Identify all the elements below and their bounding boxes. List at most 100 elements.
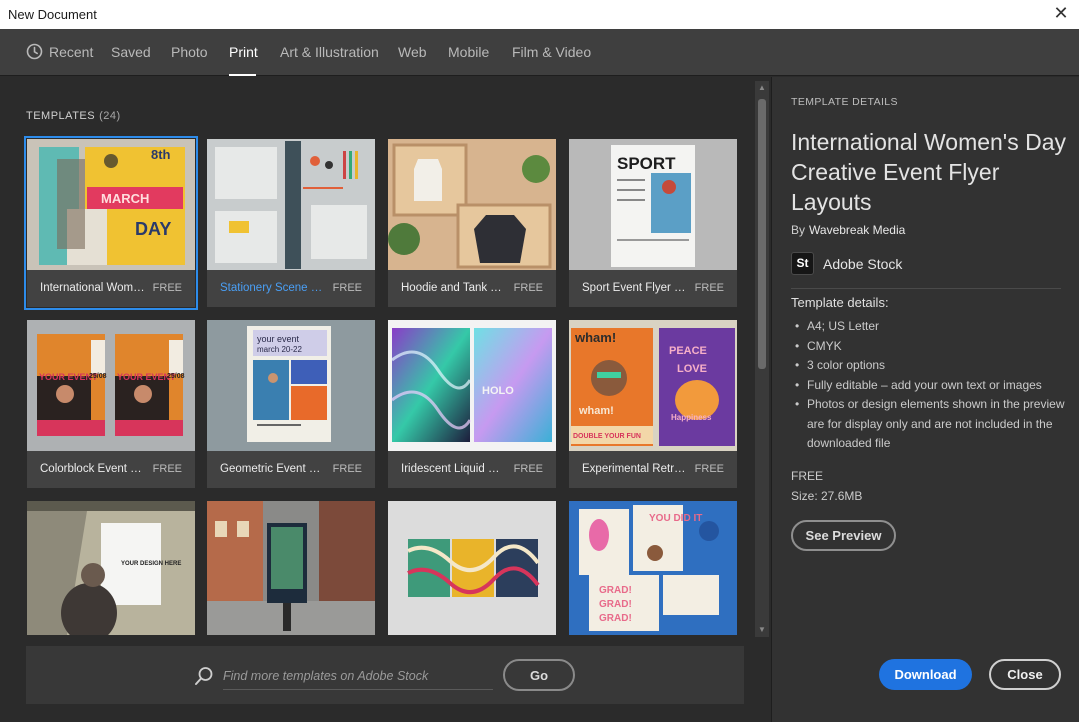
go-button[interactable]: Go [503,659,575,691]
template-caption: Geometric Event Fly... FREE [207,451,375,488]
active-tab-indicator [229,74,256,76]
price-label: FREE [791,469,824,483]
template-thumbnail: your event march 20-22 [207,320,375,451]
template-caption: International Wome... FREE [27,270,195,307]
template-card[interactable]: YOUR DESIGN HERE [27,501,195,635]
thumb-text-happiness: Happiness [671,413,712,422]
author-by-label: By [791,223,806,237]
window-title-bar: New Document ✕ [0,0,1079,29]
window-close-icon[interactable]: ✕ [1051,3,1071,23]
clock-icon [26,43,43,60]
templates-count: (24) [99,110,121,122]
template-name: Geometric Event Fly... [220,463,325,475]
tab-art-illustration[interactable]: Art & Illustration [280,44,379,60]
thumb-text-grad: GRAD! [599,613,632,624]
template-name: Sport Event Flyer La... [582,282,687,294]
template-thumbnail: HOLO [388,320,556,451]
details-section-label: TEMPLATE DETAILS [791,96,898,108]
template-thumbnail [388,139,556,270]
template-name: International Wome... [40,282,145,294]
template-card[interactable]: Stationery Scene Mo... FREE [207,139,375,307]
tab-mobile[interactable]: Mobile [448,44,489,60]
template-caption: Iridescent Liquid Pos... FREE [388,451,556,488]
template-card[interactable]: YOU DID IT GRAD! GRAD! GRAD! [569,501,737,635]
template-price: FREE [694,463,724,475]
scrollbar-thumb[interactable] [758,99,766,369]
template-price: FREE [513,463,543,475]
templates-heading-label: TEMPLATES [26,110,96,122]
template-thumbnail [207,501,375,635]
template-price: FREE [332,463,362,475]
template-title: International Women's Day Creative Event… [791,129,1066,215]
template-thumbnail: YOUR DESIGN HERE [27,501,195,635]
template-author: By Wavebreak Media [791,223,905,237]
stock-search-bar: Go [26,646,744,704]
template-caption: Stationery Scene Mo... FREE [207,270,375,307]
template-thumbnail [207,139,375,270]
list-item: CMYK [791,337,1071,357]
thumb-text-wham: wham! [574,330,616,345]
templates-panel: TEMPLATES (24) 8th MARCH DAY Internationa… [0,77,770,722]
list-item: Fully editable – add your own text or im… [791,376,1071,396]
template-details-list: A4; US Letter CMYK 3 color options Fully… [791,317,1071,454]
templates-scrollbar[interactable]: ▲ ▼ [755,81,769,637]
template-thumbnail [388,501,556,635]
template-card[interactable]: SPORT Sport Event Flyer La... FREE [569,139,737,307]
tab-photo[interactable]: Photo [171,44,208,60]
divider [791,288,1061,289]
tab-film-video[interactable]: Film & Video [512,44,591,60]
template-name: Stationery Scene Mo... [220,282,325,294]
see-preview-button[interactable]: See Preview [791,520,896,551]
template-caption: Hoodie and Tank To... FREE [388,270,556,307]
template-thumbnail: wham! wham! DOUBLE YOUR FUN PEACE LOVE H… [569,320,737,451]
download-button[interactable]: Download [879,659,972,690]
tab-saved[interactable]: Saved [111,44,151,60]
template-card[interactable]: HOLO Iridescent Liquid Pos... FREE [388,320,556,488]
thumb-text-grad: GRAD! [599,585,632,596]
thumb-text-sport: SPORT [617,154,676,173]
scroll-down-icon[interactable]: ▼ [758,626,766,634]
template-card[interactable]: Hoodie and Tank To... FREE [388,139,556,307]
template-card[interactable] [388,501,556,635]
template-price: FREE [332,282,362,294]
template-name: Hoodie and Tank To... [401,282,506,294]
template-card[interactable] [207,501,375,635]
tab-print[interactable]: Print [229,44,258,60]
template-name: Colorblock Event Fly... [40,463,145,475]
list-item: 3 color options [791,356,1071,376]
templates-heading: TEMPLATES (24) [26,110,121,122]
template-thumbnail: YOUR EVENT YOUR EVENT 25/08 25/08 [27,320,195,451]
template-price: FREE [694,282,724,294]
author-name[interactable]: Wavebreak Media [809,223,905,237]
template-price: FREE [513,282,543,294]
template-card[interactable]: 8th MARCH DAY International Wome... FREE [24,136,198,310]
thumb-text-march: MARCH [101,191,149,206]
list-item: Photos or design elements shown in the p… [791,395,1071,454]
template-details-panel: TEMPLATE DETAILS International Women's D… [771,77,1079,722]
thumb-text-geo-title: your event [257,334,300,344]
adobe-stock-icon: St [791,252,814,275]
template-name: Experimental Retro... [582,463,687,475]
file-size: Size: 27.6MB [791,489,863,503]
thumb-text-holo: HOLO [482,385,514,397]
window-title: New Document [8,7,97,22]
tab-web[interactable]: Web [398,44,427,60]
template-card[interactable]: your event march 20-22 Geometric Event F… [207,320,375,488]
template-thumbnail: YOU DID IT GRAD! GRAD! GRAD! [569,501,737,635]
thumb-text-love: LOVE [677,363,707,375]
thumb-text-wham: wham! [578,405,614,417]
template-caption: Colorblock Event Fly... FREE [27,451,195,488]
template-price: FREE [152,463,182,475]
thumb-text-grad: GRAD! [599,599,632,610]
tab-recent[interactable]: Recent [49,44,93,60]
thumb-text-peace: PEACE [669,345,707,357]
scroll-up-icon[interactable]: ▲ [758,84,766,92]
thumb-text-you-did-it: YOU DID IT [649,513,702,524]
category-tab-bar: Recent Saved Photo Print Art & Illustrat… [0,29,1079,76]
template-price: FREE [152,282,182,294]
template-name: Iridescent Liquid Pos... [401,463,506,475]
stock-search-input[interactable] [223,662,493,690]
template-card[interactable]: YOUR EVENT YOUR EVENT 25/08 25/08 Colorb… [27,320,195,488]
template-card[interactable]: wham! wham! DOUBLE YOUR FUN PEACE LOVE H… [569,320,737,488]
close-button[interactable]: Close [989,659,1061,690]
